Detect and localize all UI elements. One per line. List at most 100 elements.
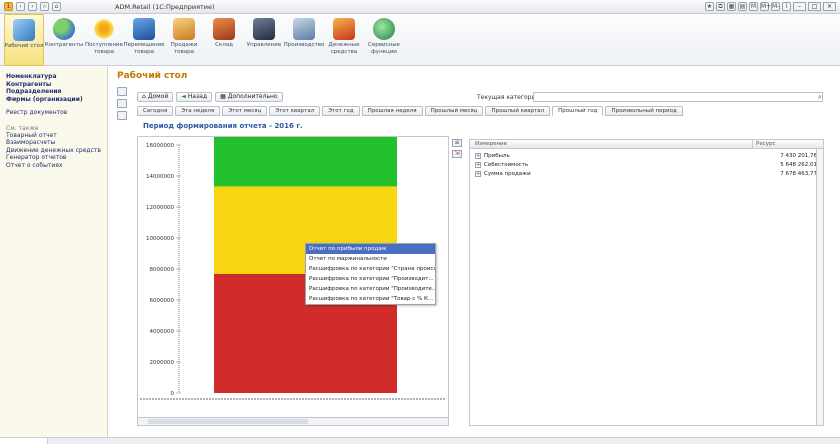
refresh-icon[interactable] [117,111,127,120]
flower-icon [93,18,115,40]
tool-warehouse[interactable]: Склад [204,14,244,66]
y-tick-label: 2000000 [150,360,175,366]
nav-link-departments[interactable]: Подразделения [6,88,107,96]
table-row[interactable]: + Прибыль 7 430 201,76 [470,152,823,161]
nav-link-report-generator[interactable]: Генератор отчетов [6,154,107,162]
column-header-resource[interactable]: Ресурс [756,141,776,147]
menu-item-manufacturer-breakdown[interactable]: Расшифровка по категории "Производите... [306,284,435,294]
tool-desktop[interactable]: Рабочий стол [4,14,44,66]
tab-this-month[interactable]: Этот месяц [222,106,268,116]
tool-service[interactable]: Сервисные функции [364,14,404,66]
table-tools: ≡ ⇲ [452,139,466,158]
back-arrow-icon: ◄ [181,93,186,100]
save-icon[interactable] [117,99,127,108]
tab-last-quarter[interactable]: Прошлый квартал [485,106,551,116]
expand-plus-icon[interactable]: + [475,171,481,177]
column-header-dimension[interactable]: Измерение [475,141,507,147]
memory-mplus-button[interactable]: M+ [760,2,771,11]
table-row[interactable]: + Сумма продажи 7 678 463,77 [470,170,823,179]
expand-plus-icon[interactable]: + [475,162,481,168]
menu-item-profit-report[interactable]: Отчет по прибыли продаж [306,244,435,254]
shopping-cart-icon [173,18,195,40]
tool-transfer[interactable]: Перемещение товара [123,14,165,66]
database-icon [133,18,155,40]
favorites-icon[interactable]: ★ [705,2,714,11]
forward-arrow-icon[interactable]: › [28,2,37,11]
app-logo-icon[interactable]: 1 [4,2,13,11]
menu-item-goods-breakdown[interactable]: Расшифровка по категории "Товар с % К... [306,294,435,304]
nav-link-goods-report[interactable]: Товарный отчет [6,132,107,140]
expand-icon[interactable]: ⇲ [452,150,462,158]
menu-item-margin-report[interactable]: Отчет по маржинальности [306,254,435,264]
tool-receipt[interactable]: Поступление товара [84,14,124,66]
home-button[interactable]: ⌂ Домой [137,92,174,102]
tool-contractors[interactable]: Контрагенты [44,14,84,66]
y-tick-label: 4000000 [150,329,175,335]
tab-last-week[interactable]: Прошлая неделя [361,106,423,116]
status-bar [0,437,840,444]
vertical-scrollbar[interactable] [816,149,823,425]
tool-money[interactable]: Денежные средства [324,14,364,66]
back-arrow-icon[interactable]: ‹ [16,2,25,11]
nav-link-firms[interactable]: Фирмы (организации) [6,96,107,104]
bar-segment-profit[interactable] [214,137,397,187]
category-input[interactable] [533,92,823,102]
table-row[interactable]: + Себестоимость 5 648 262,01 [470,161,823,170]
expand-plus-icon[interactable]: + [475,153,481,159]
y-tick-label: 0 [171,391,175,397]
memory-mminus-button[interactable]: M- [771,2,780,11]
section-toolbar: Рабочий стол Контрагенты Поступление тов… [0,14,840,66]
tab-custom-period[interactable]: Произвольный период [605,106,683,116]
tab-this-year[interactable]: Этот год [322,106,360,116]
y-tick-label: 8000000 [150,267,175,273]
menu-item-country-breakdown[interactable]: Расшифровка по категории "Страна происх.… [306,264,435,274]
maximize-button[interactable]: □ [808,2,821,11]
resources-table: Измерение Ресурс + Прибыль 7 430 201,76 … [469,139,824,426]
quick-access-bar: 1 ‹ › ☆ ⌂ [4,2,61,11]
print-icon[interactable] [117,87,127,96]
side-tools [117,87,129,120]
tab-this-week[interactable]: Эта неделя [175,106,221,116]
menu-item-producer-breakdown[interactable]: Расшифровка по категории "Производит... [306,274,435,284]
grid-icon: ▦ [220,93,226,100]
memory-m-button[interactable]: M [749,2,758,11]
nav-link-events-report[interactable]: Отчет о событиях [6,162,107,170]
info-icon[interactable]: i [782,2,791,11]
close-button[interactable]: × [823,2,836,11]
table-header: Измерение Ресурс [470,140,823,149]
y-tick-label: 6000000 [150,298,175,304]
horizontal-scrollbar[interactable] [138,417,448,425]
nav-link-cash-flow[interactable]: Движение денежных средств [6,147,107,155]
y-tick-label: 16000000 [146,143,174,149]
nav-link-contractors[interactable]: Контрагенты [6,81,107,89]
list-icon[interactable]: ≡ [452,139,462,147]
window-title: ADM.Retail (1С:Предприятие) [115,3,215,11]
desktop-icon [13,19,35,41]
tab-last-month[interactable]: Прошлый месяц [424,106,484,116]
nav-link-nomenclature[interactable]: Номенклатура [6,73,107,81]
minimize-button[interactable]: – [793,2,806,11]
search-icon[interactable]: ⌕ [818,93,826,101]
nav-link-settlements[interactable]: Взаиморасчеты [6,139,107,147]
star-icon[interactable]: ☆ [40,2,49,11]
nav-link-doc-registry[interactable]: Реестр документов [6,109,107,117]
tool-production[interactable]: Производство [284,14,324,66]
tab-last-year[interactable]: Прошлый год [552,106,604,116]
people-icon [53,18,75,40]
extra-button[interactable]: ▦ Дополнительно [215,92,283,102]
back-button[interactable]: ◄ Назад [176,92,213,102]
tab-this-quarter[interactable]: Этот квартал [269,106,321,116]
navigation-panel: Номенклатура Контрагенты Подразделения Ф… [0,67,108,444]
home-icon: ⌂ [142,93,146,100]
title-bar: 1 ‹ › ☆ ⌂ ADM.Retail (1С:Предприятие) ★ … [0,0,840,14]
calendar-icon[interactable]: ▤ [738,2,747,11]
tool-management[interactable]: Управление [244,14,284,66]
calc-icon[interactable]: ▦ [727,2,736,11]
copy-icon[interactable]: ⧉ [716,2,725,11]
nav-bar: ⌂ Домой ◄ Назад ▦ Дополнительно [137,92,283,102]
see-also-label: См. также [6,124,39,132]
home-icon[interactable]: ⌂ [52,2,61,11]
tool-sales[interactable]: Продажи товара [164,14,204,66]
tab-today[interactable]: Сегодня [137,106,174,116]
gift-icon [333,18,355,40]
